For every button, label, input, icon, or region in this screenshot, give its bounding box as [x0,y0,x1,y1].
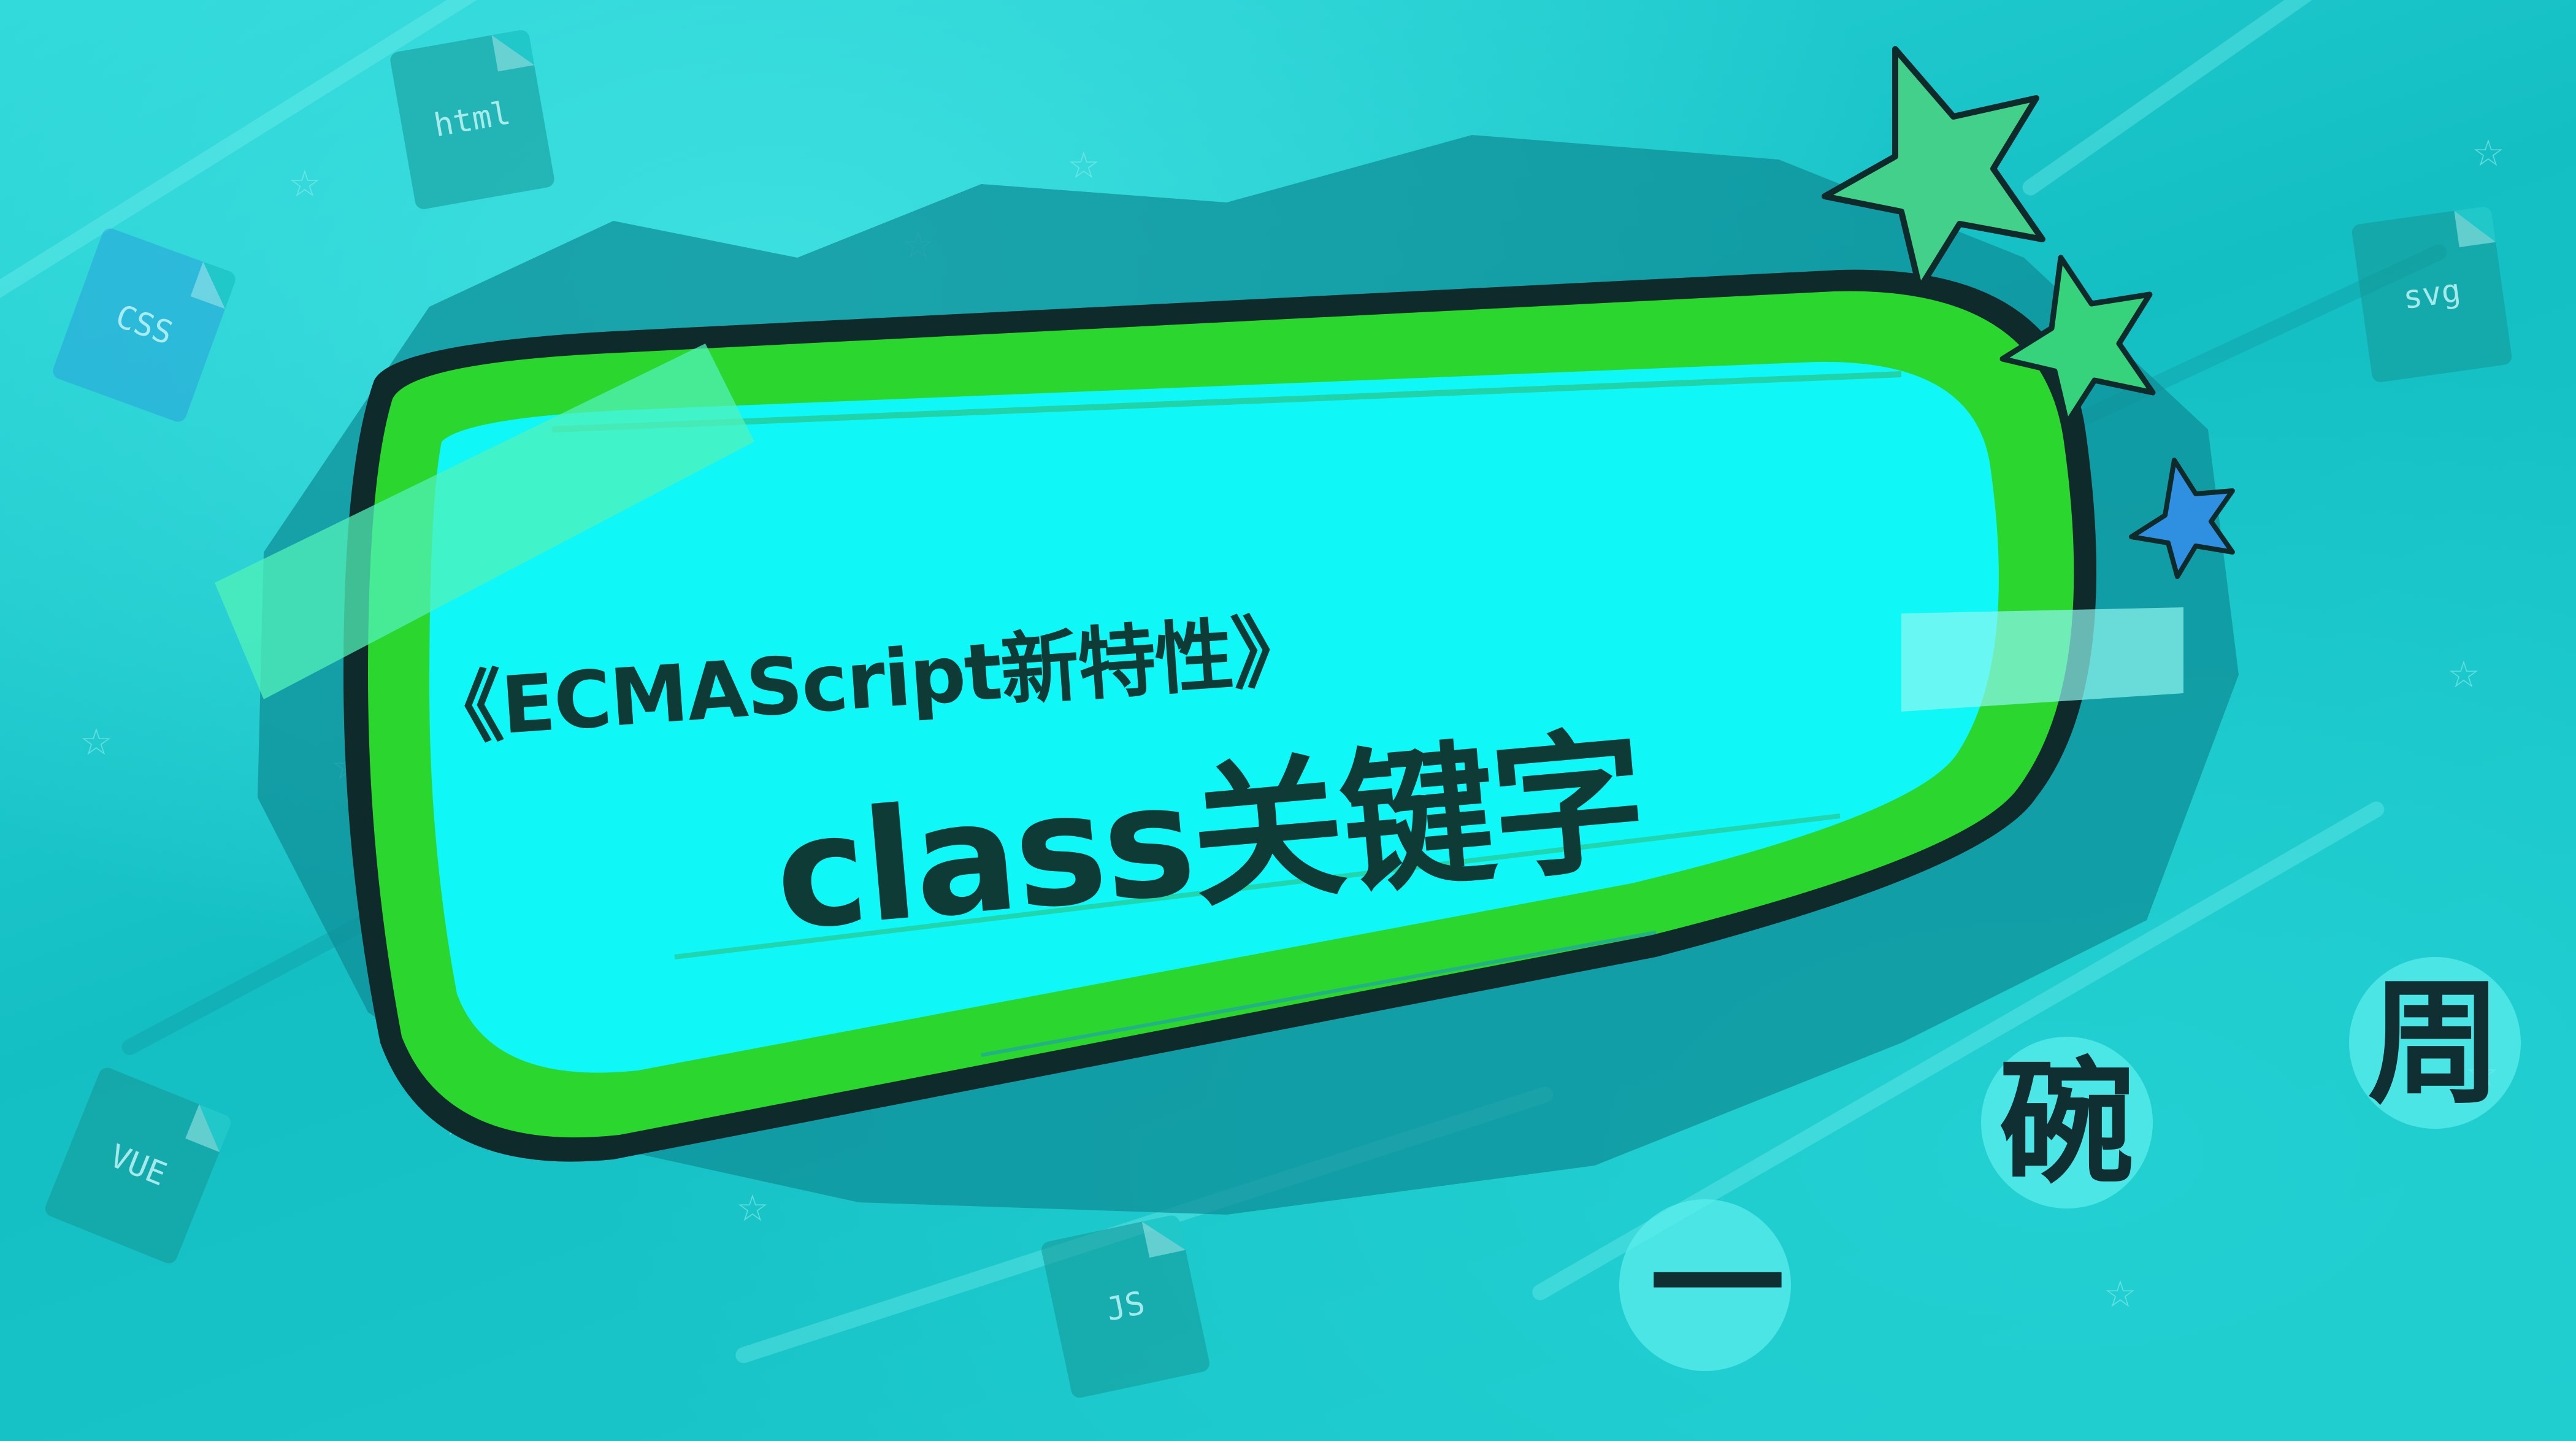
signature-char: 周 [2367,963,2503,1122]
cover-stage: html CSS svg VUE JS ☆ ☆ ☆ ☆ ☆ ☆ ☆ ☆ ☆ ☆ … [0,0,2576,1441]
masking-tape-right [1901,607,2183,712]
signature-char: 碗 [1999,1043,2135,1202]
signature-char: 一 [1650,1205,1785,1364]
